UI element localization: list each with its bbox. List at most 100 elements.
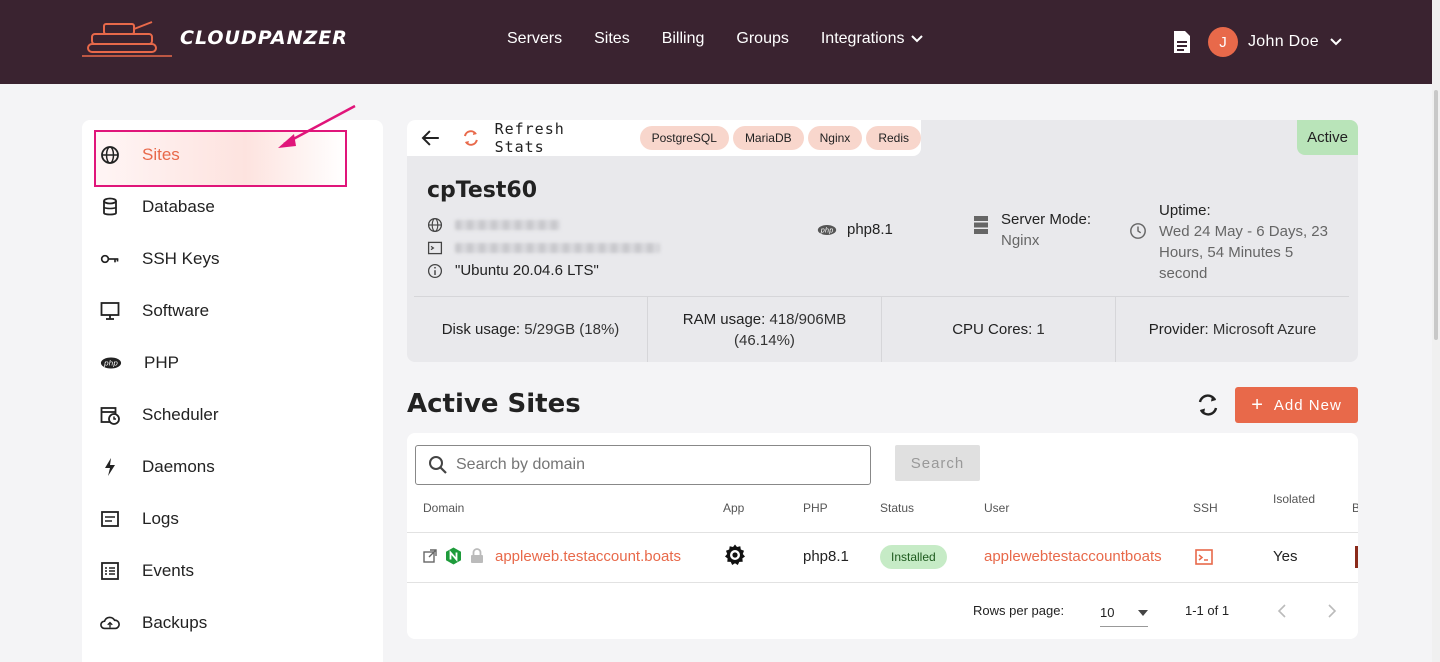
column-header-status[interactable]: Status xyxy=(880,501,914,515)
events-icon xyxy=(101,562,119,580)
sidebar-item-sites[interactable]: Sites xyxy=(100,140,180,170)
nav-servers[interactable]: Servers xyxy=(507,30,562,48)
service-chip: PostgreSQL xyxy=(639,126,729,150)
brand-name: CLOUDPANZER xyxy=(180,27,348,49)
sidebar: Sites Database SSH Keys Software php PHP… xyxy=(82,120,383,662)
pagination-range: 1-1 of 1 xyxy=(1185,603,1230,618)
main-nav: Servers Sites Billing Groups Integration… xyxy=(507,30,956,48)
divider xyxy=(407,582,1358,583)
sidebar-item-ssh-keys[interactable]: SSH Keys xyxy=(100,244,219,274)
table-row-php-cell: php8.1 xyxy=(803,548,849,565)
sidebar-item-label: Events xyxy=(142,561,194,580)
back-arrow-icon[interactable] xyxy=(421,128,441,148)
svg-text:php: php xyxy=(103,359,118,368)
chevron-right-icon[interactable] xyxy=(1327,604,1337,618)
ram-usage: RAM usage: 418/906MB (46.14%) xyxy=(648,297,882,362)
sidebar-item-label: Sites xyxy=(142,145,180,164)
site-user-link[interactable]: applewebtestaccountboats xyxy=(984,548,1162,565)
database-icon xyxy=(103,197,117,216)
sidebar-item-database[interactable]: Database xyxy=(100,192,215,222)
brand-logo[interactable]: CLOUDPANZER xyxy=(82,16,348,60)
user-name[interactable]: John Doe xyxy=(1248,33,1319,51)
monitor-icon xyxy=(100,302,120,320)
status-badge: Active xyxy=(1297,120,1358,155)
disk-usage-label: Disk usage: xyxy=(441,321,521,338)
table-row-user-cell: applewebtestaccountboats xyxy=(984,548,1162,565)
scrollbar-thumb[interactable] xyxy=(1434,90,1438,340)
sync-icon[interactable] xyxy=(1195,392,1221,418)
php-icon: php xyxy=(817,224,837,235)
sidebar-item-daemons[interactable]: Daemons xyxy=(100,452,215,482)
logs-icon xyxy=(101,511,119,527)
server-mode: Server Mode: Nginx xyxy=(973,211,1091,249)
disk-usage: Disk usage: 5/29GB (18%) xyxy=(414,297,648,362)
external-link-icon[interactable] xyxy=(423,549,437,563)
sidebar-item-php[interactable]: php PHP xyxy=(100,348,179,378)
app-settings-icon[interactable] xyxy=(723,543,747,567)
cpu-cores: CPU Cores: 1 xyxy=(882,297,1116,362)
uptime-label: Uptime: xyxy=(1159,202,1211,219)
page-title: Active Sites xyxy=(407,389,581,419)
nav-billing[interactable]: Billing xyxy=(662,30,705,48)
caret-down-icon xyxy=(1138,609,1148,616)
redacted-ssh-command xyxy=(455,243,660,253)
sidebar-item-backups[interactable]: Backups xyxy=(100,608,207,638)
sidebar-item-software[interactable]: Software xyxy=(100,296,209,326)
server-stats: Disk usage: 5/29GB (18%) RAM usage: 418/… xyxy=(414,297,1349,362)
column-header-domain[interactable]: Domain xyxy=(423,501,464,515)
redacted-ip xyxy=(455,220,560,230)
sites-table: Search Domain App PHP Status User SSH Is… xyxy=(407,433,1358,639)
refresh-stats-button[interactable]: Refresh Stats xyxy=(495,120,624,156)
column-header-ssh[interactable]: SSH xyxy=(1193,501,1218,515)
server-php: php php8.1 xyxy=(817,221,893,238)
cpu-cores-label: CPU Cores: xyxy=(952,321,1033,338)
search-button[interactable]: Search xyxy=(895,445,980,481)
column-header-b[interactable]: B xyxy=(1352,501,1358,515)
table-row-ssh-cell xyxy=(1195,549,1213,565)
sidebar-item-label: Scheduler xyxy=(142,405,219,424)
nav-groups[interactable]: Groups xyxy=(736,30,788,48)
rows-per-page-select[interactable]: 10 xyxy=(1100,599,1148,627)
nav-integrations[interactable]: Integrations xyxy=(821,30,925,48)
annotation-arrow-icon xyxy=(278,104,356,148)
avatar[interactable]: J xyxy=(1208,27,1238,57)
sidebar-item-scheduler[interactable]: Scheduler xyxy=(100,400,219,430)
table-row-b-cell[interactable] xyxy=(1355,546,1358,568)
clock-icon xyxy=(1130,223,1146,239)
server-os-row: "Ubuntu 20.04.6 LTS" xyxy=(427,262,599,279)
terminal-icon[interactable] xyxy=(1195,549,1213,565)
column-header-isolated[interactable]: Isolated xyxy=(1273,492,1315,506)
document-icon[interactable] xyxy=(1172,30,1192,54)
bolt-icon xyxy=(105,458,115,476)
chevron-left-icon[interactable] xyxy=(1277,604,1287,618)
search-input[interactable] xyxy=(456,456,856,474)
server-name: cpTest60 xyxy=(427,178,538,203)
column-header-user[interactable]: User xyxy=(984,501,1009,515)
service-chip: MariaDB xyxy=(732,126,804,150)
divider xyxy=(407,532,1358,533)
sidebar-item-label: Logs xyxy=(142,509,179,528)
add-new-button[interactable]: + Add New xyxy=(1235,387,1358,423)
column-header-app[interactable]: App xyxy=(723,501,744,515)
search-field[interactable] xyxy=(415,445,871,485)
chevron-down-icon[interactable] xyxy=(1329,35,1343,49)
sidebar-item-label: Backups xyxy=(142,613,208,632)
sidebar-item-events[interactable]: Events xyxy=(100,556,194,586)
add-new-label: Add New xyxy=(1273,396,1342,414)
provider: Provider: Microsoft Azure xyxy=(1116,297,1349,362)
server-mode-label: Server Mode: xyxy=(1001,211,1092,228)
terminal-icon xyxy=(427,241,443,255)
site-domain-link[interactable]: appleweb.testaccount.boats xyxy=(495,548,681,565)
sidebar-item-logs[interactable]: Logs xyxy=(100,504,179,534)
svg-text:php: php xyxy=(820,226,834,234)
status-badge: Installed xyxy=(880,545,947,569)
server-uptime: Uptime: Wed 24 May - 6 Days, 23 Hours, 5… xyxy=(1129,200,1344,284)
ram-usage-value: 418/906MB xyxy=(769,310,847,328)
disk-usage-value: 5/29GB (18%) xyxy=(524,321,620,338)
sidebar-item-label: Daemons xyxy=(142,457,215,476)
nav-sites[interactable]: Sites xyxy=(594,30,630,48)
refresh-icon[interactable] xyxy=(461,128,481,148)
column-header-php[interactable]: PHP xyxy=(803,501,828,515)
table-row-isolated-cell: Yes xyxy=(1273,548,1298,565)
server-toolbar: Refresh Stats PostgreSQL MariaDB Nginx R… xyxy=(407,120,921,156)
